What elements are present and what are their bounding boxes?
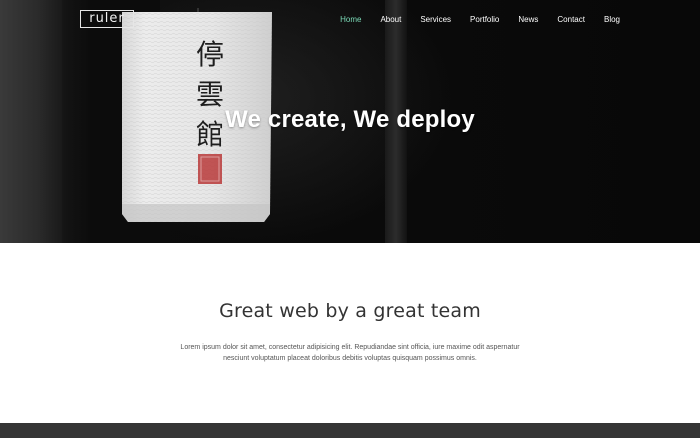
- lantern-char-1: 停: [196, 38, 224, 71]
- next-section-band: [0, 423, 700, 438]
- nav-item-blog[interactable]: Blog: [604, 14, 620, 26]
- brand-logo[interactable]: ruler: [80, 10, 134, 28]
- nav-item-services[interactable]: Services: [420, 14, 451, 26]
- nav-item-about[interactable]: About: [380, 14, 401, 26]
- nav-item-home[interactable]: Home: [340, 14, 361, 26]
- about-heading: Great web by a great team: [219, 300, 481, 322]
- nav-item-news[interactable]: News: [518, 14, 538, 26]
- about-body-text: Lorem ipsum dolor sit amet, consectetur …: [180, 344, 520, 362]
- main-nav: Home About Services Portfolio News Conta…: [321, 14, 620, 26]
- nav-item-contact[interactable]: Contact: [557, 14, 585, 26]
- hero-section: 停 雲 館 ruler Home About Services Portfoli…: [0, 0, 700, 243]
- about-section: Great web by a great team Lorem ipsum do…: [0, 243, 700, 423]
- nav-item-portfolio[interactable]: Portfolio: [470, 14, 499, 26]
- hero-title: We create, We deploy: [225, 106, 475, 133]
